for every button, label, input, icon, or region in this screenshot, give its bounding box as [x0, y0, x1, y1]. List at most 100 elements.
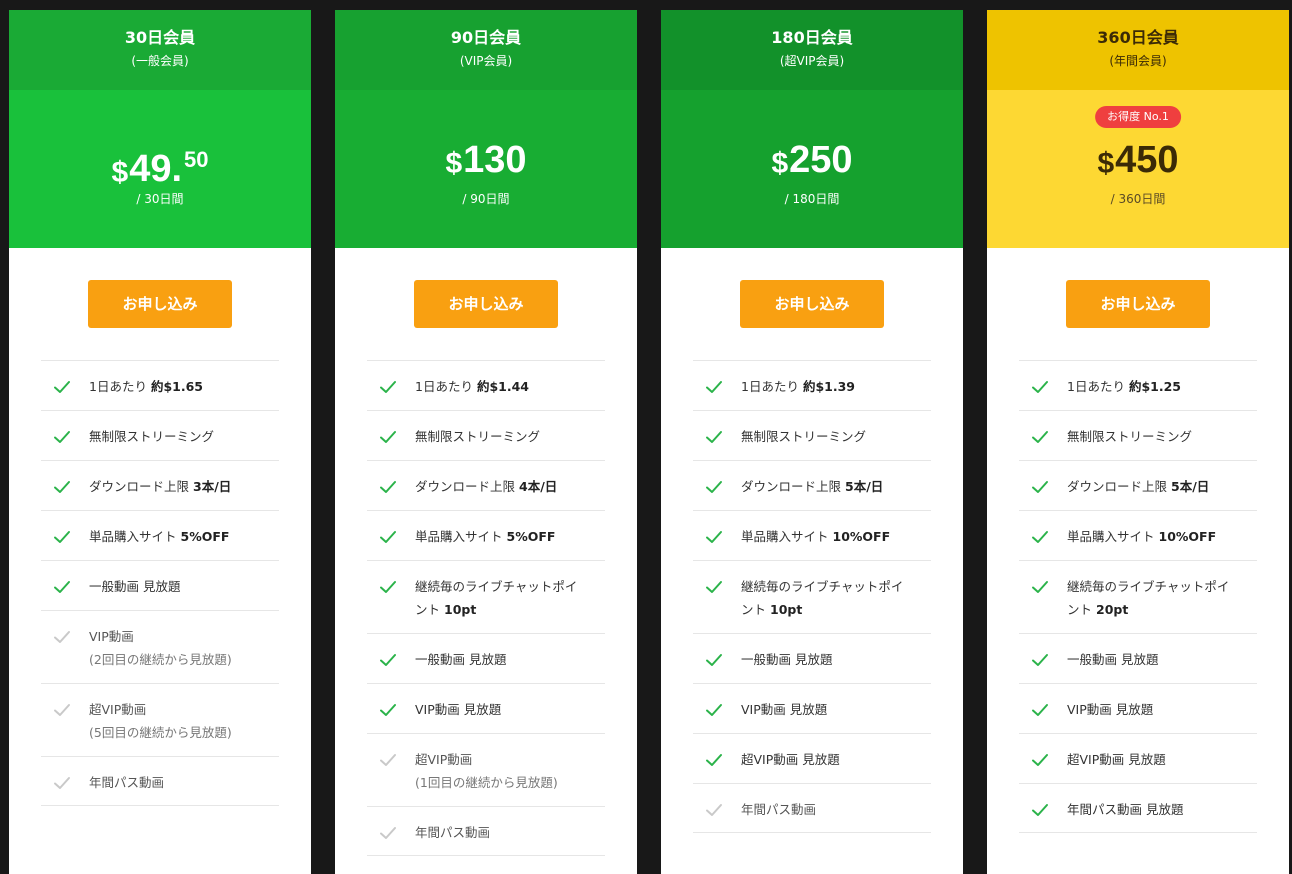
check-icon — [380, 381, 396, 393]
feature-item: 一般動画 見放題 — [1019, 633, 1257, 683]
feature-value: 約$1.39 — [802, 379, 855, 394]
check-icon — [706, 704, 722, 716]
feature-item: VIP動画 見放題 — [693, 683, 931, 733]
apply-button[interactable]: お申し込み — [414, 280, 558, 328]
feature-value: 約$1.44 — [476, 379, 529, 394]
check-icon-muted — [380, 827, 396, 839]
feature-text: 継続毎のライブチャットポイ ント 10pt — [415, 575, 605, 621]
feature-label: ダウンロード上限 — [741, 479, 842, 494]
feature-item: 一般動画 見放題 — [693, 633, 931, 683]
plan-card: 30日会員 (一般会員) $49.50/ 30日間 お申し込み 1日あたり 約$1.65… — [9, 10, 311, 874]
check-icon — [380, 531, 396, 543]
feature-text: 超VIP動画 見放題 — [1067, 748, 1257, 771]
check-icon-muted — [54, 704, 70, 716]
feature-value: 5%OFF — [180, 529, 230, 544]
price-amount: 250 — [789, 139, 853, 181]
feature-label-cont: ント — [415, 602, 441, 617]
feature-item: 無制限ストリーミング — [693, 410, 931, 460]
check-icon — [1032, 481, 1048, 493]
apply-button[interactable]: お申し込み — [740, 280, 884, 328]
feature-label: 超VIP動画 見放題 — [1067, 752, 1166, 767]
feature-value: 3本/日 — [193, 479, 232, 494]
price: $49.50 — [9, 138, 311, 199]
check-icon — [706, 754, 722, 766]
feature-item: 超VIP動画 (1回目の継続から見放題) — [367, 733, 605, 806]
plan-name: 30日会員 — [124, 28, 196, 47]
feature-text: VIP動画 見放題 — [415, 698, 605, 721]
feature-label: 1日あたり — [89, 379, 147, 394]
feature-value: 4本/日 — [519, 479, 558, 494]
feature-text: 1日あたり 約$1.25 — [1067, 375, 1257, 398]
price-currency: $ — [445, 147, 463, 180]
feature-item: 1日あたり 約$1.44 — [367, 360, 605, 410]
feature-item: 年間パス動画 見放題 — [1019, 783, 1257, 833]
feature-item: VIP動画 見放題 — [1019, 683, 1257, 733]
feature-item: 単品購入サイト 5%OFF — [41, 510, 279, 560]
feature-label: 一般動画 見放題 — [741, 652, 833, 667]
feature-list: 1日あたり 約$1.44 無制限ストリーミング ダウンロード上限 4本/日 単品購入サ… — [367, 360, 605, 856]
feature-value: 約$1.65 — [150, 379, 203, 394]
feature-label: ダウンロード上限 — [89, 479, 190, 494]
check-icon — [1032, 704, 1048, 716]
feature-label: 継続毎のライブチャットポイ — [741, 579, 904, 594]
feature-label: 単品購入サイト — [1067, 529, 1155, 544]
check-icon — [380, 581, 396, 593]
feature-item: 1日あたり 約$1.39 — [693, 360, 931, 410]
best-value-badge: お得度 No.1 — [1095, 106, 1181, 128]
feature-item: 年間パス動画 — [41, 756, 279, 806]
apply-button[interactable]: お申し込み — [1066, 280, 1210, 328]
price: $130 — [335, 138, 637, 190]
price-currency: $ — [111, 156, 129, 189]
feature-item: ダウンロード上限 4本/日 — [367, 460, 605, 510]
feature-text: VIP動画 見放題 — [1067, 698, 1257, 721]
check-icon — [380, 431, 396, 443]
feature-label: 超VIP動画 — [415, 752, 473, 767]
feature-value: 10%OFF — [1158, 529, 1217, 544]
check-icon — [706, 431, 722, 443]
apply-button[interactable]: お申し込み — [88, 280, 232, 328]
feature-label: VIP動画 見放題 — [741, 702, 828, 717]
feature-text: 単品購入サイト 5%OFF — [89, 525, 279, 548]
feature-value: 5本/日 — [845, 479, 884, 494]
feature-value: 5本/日 — [1171, 479, 1210, 494]
feature-text: 一般動画 見放題 — [89, 575, 279, 598]
feature-text: 超VIP動画 — [415, 748, 605, 771]
feature-label: 一般動画 見放題 — [1067, 652, 1159, 667]
feature-value: 20pt — [1096, 602, 1129, 617]
feature-label: VIP動画 見放題 — [1067, 702, 1154, 717]
feature-text: 一般動画 見放題 — [1067, 648, 1257, 671]
check-icon — [706, 581, 722, 593]
feature-label-cont: ント — [1067, 602, 1093, 617]
feature-item: 1日あたり 約$1.65 — [41, 360, 279, 410]
feature-text: ダウンロード上限 4本/日 — [415, 475, 605, 498]
price-decimal: 50 — [184, 147, 209, 172]
feature-item: ダウンロード上限 5本/日 — [1019, 460, 1257, 510]
feature-text: ダウンロード上限 5本/日 — [741, 475, 931, 498]
plan-subtitle: (一般会員) — [131, 54, 189, 68]
feature-label: 一般動画 見放題 — [415, 652, 507, 667]
check-icon — [1032, 531, 1048, 543]
feature-label: 超VIP動画 — [89, 702, 147, 717]
feature-item: 単品購入サイト 10%OFF — [693, 510, 931, 560]
feature-text: 年間パス動画 — [89, 771, 279, 794]
check-icon — [54, 581, 70, 593]
plan-name: 90日会員 — [450, 28, 522, 47]
plan-header: 360日会員 (年間会員) — [987, 10, 1289, 90]
feature-value: 10%OFF — [832, 529, 891, 544]
plan-card: 90日会員 (VIP会員) $130 / 90日間 お申し込み 1日あたり 約$1.44 無… — [335, 10, 637, 874]
feature-label: 無制限ストリーミング — [741, 429, 867, 444]
check-icon — [380, 481, 396, 493]
feature-text: ダウンロード上限 3本/日 — [89, 475, 279, 498]
feature-label: 継続毎のライブチャットポイ — [1067, 579, 1230, 594]
feature-item: 継続毎のライブチャットポイ ント 10pt — [367, 560, 605, 633]
check-icon — [706, 381, 722, 393]
feature-label: 単品購入サイト — [89, 529, 177, 544]
feature-text: 継続毎のライブチャットポイ ント 20pt — [1067, 575, 1257, 621]
plan-name: 180日会員 — [771, 28, 853, 47]
price: $250 — [661, 138, 963, 190]
feature-value: 10pt — [770, 602, 803, 617]
check-icon — [54, 531, 70, 543]
feature-note: (5回目の継続から見放題) — [89, 725, 232, 740]
feature-label: VIP動画 — [89, 629, 134, 644]
feature-item: 単品購入サイト 5%OFF — [367, 510, 605, 560]
